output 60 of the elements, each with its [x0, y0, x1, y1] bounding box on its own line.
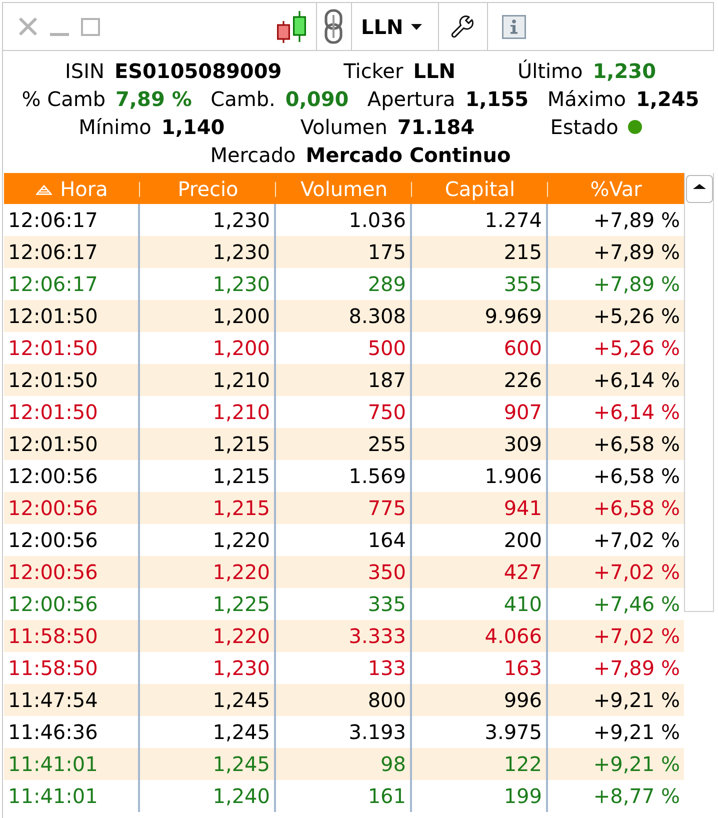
table-row[interactable]: 12:00:56 1,215 775 941 +6,58 % — [4, 492, 684, 524]
field-value: 0,090 — [285, 86, 349, 113]
table-cell: 11:41:01 — [4, 780, 140, 812]
table-cell: 1,240 — [140, 780, 276, 812]
table-cell-text: +9,21 % — [592, 687, 681, 714]
table-row[interactable]: 12:01:50 1,200 8.308 9.969 +5,26 % — [4, 300, 684, 332]
table-row[interactable]: 11:47:54 1,245 800 996 +9,21 % — [4, 684, 684, 716]
field-label: ISIN — [64, 58, 104, 85]
table-cell-text: +7,02 % — [592, 623, 681, 650]
table-cell-text: +6,58 % — [592, 463, 681, 490]
table-row[interactable]: 12:01:50 1,215 255 309 +6,58 % — [4, 428, 684, 460]
field-label: Estado — [550, 114, 618, 141]
wrench-icon[interactable] — [450, 14, 474, 38]
field-value: ES0105089009 — [114, 58, 282, 85]
scrollbar[interactable] — [684, 173, 714, 612]
field-value: 1,245 — [636, 86, 700, 113]
table-cell-text: +9,21 % — [592, 719, 681, 746]
ticker-dropdown[interactable]: LLN — [361, 14, 422, 40]
caret-icon — [411, 24, 422, 30]
chain-link-icon[interactable] — [324, 9, 343, 44]
table-cell-text: +7,89 % — [592, 655, 681, 682]
field-label: Máximo — [547, 86, 626, 113]
field-label: Camb. — [210, 86, 276, 113]
up-arrow-icon — [692, 184, 706, 188]
field-label: % Camb — [22, 86, 106, 113]
table-cell-text: +9,21 % — [592, 751, 681, 778]
table-cell-text: +5,26 % — [592, 335, 681, 362]
table-cell-text: +7,02 % — [592, 559, 681, 586]
sort-ascending-icon — [36, 184, 52, 194]
info-icon[interactable] — [502, 14, 526, 38]
candlestick-chart-icon[interactable] — [277, 11, 307, 43]
field-label: Mercado — [210, 142, 296, 169]
field-value: LLN — [413, 58, 456, 85]
table-cell-text: +6,58 % — [592, 495, 681, 522]
table-row[interactable]: 12:01:50 1,210 187 226 +6,14 % — [4, 364, 684, 396]
field-value: 7,89 % — [116, 86, 192, 113]
table-row[interactable]: 12:06:17 1,230 175 215 +7,89 % — [4, 236, 684, 268]
table-cell: 199 — [412, 780, 548, 812]
table-cell-text: +7,02 % — [592, 527, 681, 554]
field-label: Ticker — [344, 58, 404, 85]
table-cell-text: +6,58 % — [592, 431, 681, 458]
table-cell: 161 — [276, 780, 412, 812]
field-value: 71.184 — [397, 114, 475, 141]
table-cell-text: +7,89 % — [592, 207, 681, 234]
table-row[interactable]: 11:58:50 1,220 3.333 4.066 +7,02 % — [4, 620, 684, 652]
field-value: Mercado Continuo — [306, 142, 511, 169]
field-label: Mínimo — [78, 114, 152, 141]
table-cell-text: +8,77 % — [592, 783, 681, 810]
table-cell-text: +7,46 % — [592, 591, 681, 618]
field-value: 1,155 — [465, 86, 529, 113]
field-label: Volumen — [300, 114, 388, 141]
table-row[interactable]: 11:41:01 1,245 98 122 +9,21 % — [4, 748, 684, 780]
table-cell-text: +6,14 % — [592, 399, 681, 426]
table-cell-text: +7,89 % — [592, 271, 681, 298]
field-label: Apertura — [367, 86, 456, 113]
scroll-up-button[interactable] — [686, 175, 712, 203]
table-row[interactable]: 12:00:56 1,220 350 427 +7,02 % — [4, 556, 684, 588]
field-label: Último — [517, 58, 583, 85]
field-value: 1,140 — [161, 114, 225, 141]
field-value: 1,230 — [592, 58, 656, 85]
